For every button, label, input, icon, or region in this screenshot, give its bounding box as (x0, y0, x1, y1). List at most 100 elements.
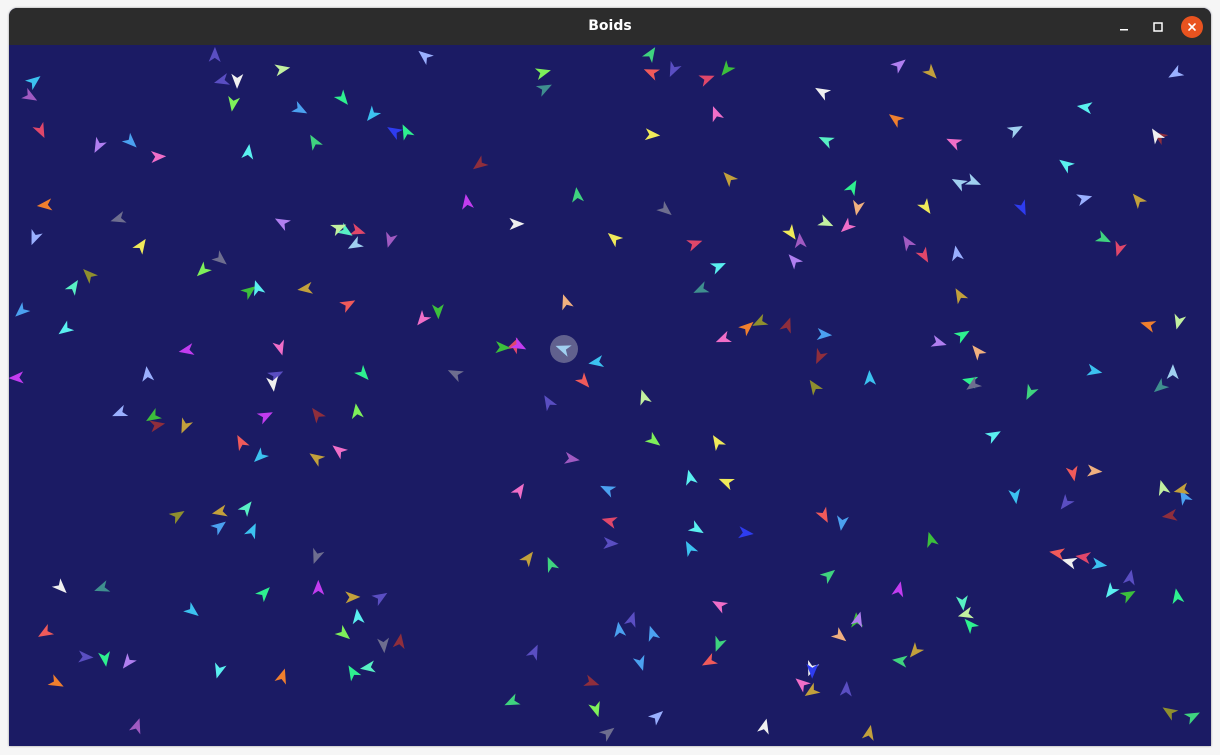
boid (345, 591, 361, 604)
boid (525, 644, 538, 661)
boid (255, 587, 270, 603)
boid (266, 376, 279, 392)
boid (715, 330, 732, 343)
boid (352, 608, 365, 625)
boid (562, 294, 574, 311)
boid (332, 445, 348, 460)
simulation-canvas[interactable] (9, 45, 1211, 746)
boid (544, 395, 558, 412)
boid (794, 232, 807, 249)
boid (643, 69, 660, 81)
boid (572, 187, 584, 203)
boid (32, 121, 45, 138)
boid (1091, 557, 1108, 570)
boid (231, 73, 244, 89)
boid (1086, 464, 1103, 477)
boid (348, 665, 362, 682)
boid (312, 407, 326, 424)
boid (588, 355, 605, 367)
boid (168, 511, 185, 525)
boid (64, 279, 79, 296)
boid (644, 431, 661, 446)
boid (9, 371, 24, 384)
boid (809, 379, 824, 396)
boid (1075, 552, 1092, 564)
boid (150, 151, 167, 164)
boid (122, 653, 137, 669)
boid (1172, 588, 1185, 605)
boid (843, 180, 857, 197)
boid (256, 412, 273, 425)
boid (757, 718, 769, 735)
boid (210, 521, 226, 536)
close-button[interactable] (1181, 16, 1203, 38)
boid (15, 302, 31, 317)
boid (462, 194, 474, 210)
boid (1166, 364, 1179, 380)
boid (94, 136, 107, 153)
boid (312, 579, 325, 595)
boid (687, 520, 704, 534)
boid (853, 199, 865, 216)
boid (1059, 159, 1075, 174)
boid (686, 240, 703, 252)
boid (519, 551, 534, 568)
maximize-button[interactable] (1147, 16, 1169, 38)
boid (1076, 102, 1093, 115)
boid (600, 485, 617, 498)
boid (36, 198, 53, 211)
boid (1115, 240, 1127, 257)
boid (1168, 64, 1185, 78)
boid (504, 693, 521, 706)
boid (815, 87, 832, 101)
boid (1013, 199, 1026, 216)
boid (237, 435, 250, 452)
boid (142, 366, 155, 382)
boid (656, 200, 672, 216)
boid (818, 136, 835, 149)
boid (128, 718, 141, 735)
boid (685, 540, 699, 558)
minimize-icon (1120, 29, 1128, 31)
boid (354, 364, 369, 380)
boid (360, 660, 376, 673)
boid (377, 637, 390, 654)
boid (94, 580, 111, 592)
boids-field (9, 46, 1200, 742)
boid (272, 339, 285, 356)
boid (58, 320, 75, 335)
boid (1086, 363, 1103, 376)
boid (840, 217, 857, 233)
boid (607, 233, 624, 248)
boid (214, 73, 231, 85)
boid (647, 710, 664, 726)
boid (274, 668, 286, 685)
boid (1119, 590, 1136, 604)
boid (788, 254, 804, 270)
boid (816, 347, 828, 365)
title-bar[interactable]: Boids (9, 8, 1211, 45)
boid (349, 223, 366, 235)
boid (721, 60, 736, 76)
boid (839, 681, 852, 697)
boid (274, 64, 291, 77)
boid (723, 172, 739, 188)
boid (574, 372, 590, 388)
boid (297, 281, 314, 294)
minimize-button[interactable] (1113, 16, 1135, 38)
boid (1132, 193, 1148, 209)
boid (917, 198, 931, 214)
boid (110, 211, 127, 223)
boid (473, 155, 489, 170)
boid (892, 655, 908, 668)
boid (237, 501, 252, 517)
boid (817, 214, 834, 227)
boid (642, 47, 656, 63)
boid (208, 46, 221, 63)
boid (313, 547, 325, 564)
boid (715, 635, 727, 652)
boid (601, 517, 618, 529)
boid (418, 50, 434, 65)
boid (614, 621, 627, 638)
boid (952, 245, 964, 262)
